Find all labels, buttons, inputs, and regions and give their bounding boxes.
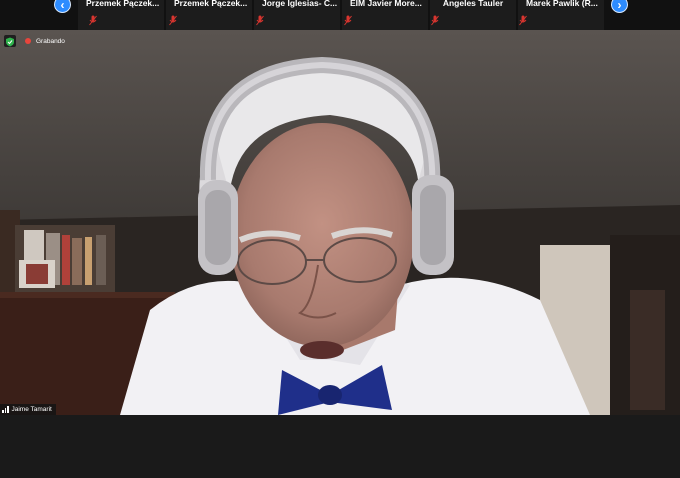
- speaker-name: Jaime Tamarit: [11, 406, 52, 413]
- participant-tile[interactable]: Przemek Pączek...: [166, 0, 252, 30]
- mic-muted-icon: [169, 15, 177, 26]
- participant-tile[interactable]: Marek Pawlik (R...: [518, 0, 604, 30]
- recording-indicator: Grabando: [4, 34, 65, 48]
- participant-name: Angeles Tauler: [442, 0, 504, 8]
- bottom-area: [0, 415, 680, 478]
- mic-muted-icon: [344, 15, 352, 26]
- recording-dot: [25, 38, 31, 44]
- speaker-video[interactable]: [0, 30, 680, 415]
- mic-muted-icon: [431, 15, 439, 26]
- chevron-left-icon[interactable]: ‹: [54, 0, 71, 13]
- participant-name: Przemek Pączek...: [86, 0, 160, 8]
- participant-tile[interactable]: Jorge Iglesias- C...: [254, 0, 340, 30]
- audio-level-icon: [2, 406, 9, 413]
- participant-tile[interactable]: EIM Javier More...: [342, 0, 428, 30]
- participant-name: Przemek Pączek...: [174, 0, 248, 8]
- participant-name: Marek Pawlik (R...: [526, 0, 598, 8]
- shield-icon[interactable]: [4, 35, 16, 47]
- participant-name: Jorge Iglesias- C...: [262, 0, 338, 8]
- participant-tile[interactable]: Przemek Pączek...: [78, 0, 164, 30]
- mic-muted-icon: [519, 15, 527, 26]
- mic-muted-icon: [256, 15, 264, 26]
- participant-tile[interactable]: Angeles Tauler: [430, 0, 516, 30]
- mic-muted-icon: [89, 15, 97, 26]
- video-frame: [0, 30, 680, 415]
- speaker-name-tag: Jaime Tamarit: [0, 404, 56, 415]
- participant-strip: ‹ Przemek Pączek... Przemek Pączek... Jo…: [0, 0, 680, 30]
- participant-name: EIM Javier More...: [350, 0, 422, 8]
- recording-label: Grabando: [36, 37, 65, 45]
- chevron-right-icon[interactable]: ›: [611, 0, 628, 13]
